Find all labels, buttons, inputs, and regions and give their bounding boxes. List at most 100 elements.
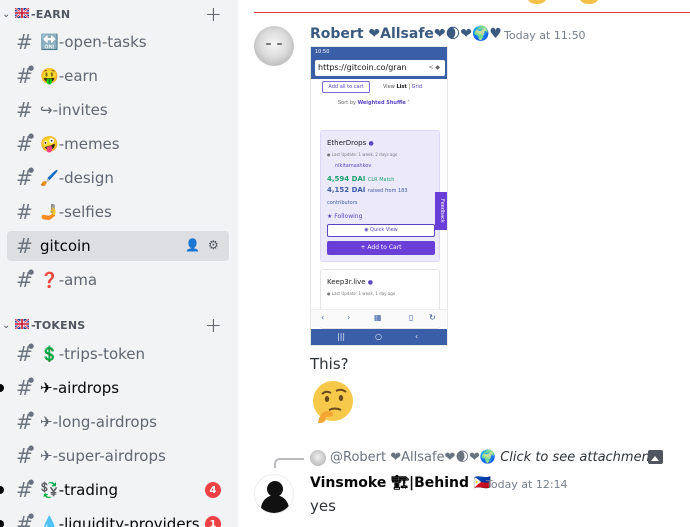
recents-icon: ||| xyxy=(337,332,346,341)
forward-icon: › xyxy=(347,313,351,322)
lock-icon: ● xyxy=(28,512,35,520)
bookmark-icon: ▯ xyxy=(409,313,414,322)
hash-icon: # xyxy=(16,98,33,122)
category-tokens[interactable]: ⌄ -TOKENS + xyxy=(0,314,238,336)
contributors-label: contributors xyxy=(327,200,358,206)
channel-name: 🖌️-design xyxy=(40,169,114,187)
unread-dot xyxy=(0,520,4,527)
channel-ama[interactable]: # ● ❓-ama xyxy=(7,265,229,295)
feedback-tab: Feedback xyxy=(435,192,447,230)
channel-super-airdrops[interactable]: # ● ✈-super-airdrops xyxy=(7,441,229,471)
reaction-emoji-partial xyxy=(526,0,548,4)
uk-flag-icon xyxy=(15,319,29,329)
add-channel-icon[interactable]: + xyxy=(205,315,222,335)
channel-name: 💧-liquidity-providers xyxy=(40,515,200,527)
channel-open-tasks[interactable]: # 🔛-open-tasks xyxy=(7,27,229,57)
channel-name: 🤑-earn xyxy=(40,67,98,85)
clr-match-amount: 4,594 DAI CLR Match xyxy=(327,175,395,183)
channel-liquidity-providers[interactable]: # ● 💧-liquidity-providers 1 xyxy=(0,509,229,527)
following-label: ★ Following xyxy=(327,213,363,220)
add-member-icon[interactable]: 👤 xyxy=(185,238,200,252)
new-messages-divider xyxy=(254,12,690,13)
channel-selfies[interactable]: # 🤳-selfies xyxy=(7,197,229,227)
grant-title: EtherDrops xyxy=(327,139,367,147)
lock-icon: ● xyxy=(28,64,35,72)
mention-badge: 1 xyxy=(205,516,221,527)
share-icon: < ◆ xyxy=(428,64,440,71)
reply-connector xyxy=(274,458,304,468)
add-channel-icon[interactable]: + xyxy=(205,4,222,24)
reply-avatar xyxy=(310,450,326,466)
sort-by: Sort by Weighted Shuffle ˅ xyxy=(338,100,411,106)
channel-name: 🤪-memes xyxy=(40,135,120,153)
channel-name: 🤳-selfies xyxy=(40,203,112,221)
channel-name: ❓-ama xyxy=(40,271,98,289)
lock-icon: ● xyxy=(28,444,35,452)
unread-dot xyxy=(0,486,4,494)
avatar[interactable] xyxy=(254,26,294,66)
channel-name: ✈-super-airdrops xyxy=(40,447,166,465)
chevron-down-icon: ⌄ xyxy=(2,8,11,20)
channel-sidebar: ⌄ -EARN + # 🔛-open-tasks # ● 🤑-earn # ↪-… xyxy=(0,0,238,527)
last-update: ● Last Update: 1 week, 1 day ago xyxy=(327,291,396,296)
hash-icon: # xyxy=(16,30,33,54)
category-earn[interactable]: ⌄ -EARN + xyxy=(0,3,238,25)
channel-name: 💱-trading xyxy=(40,481,119,499)
lock-icon: ● xyxy=(28,268,35,276)
owner-handle: nikitamashkov xyxy=(335,163,372,169)
unread-dot xyxy=(0,384,4,392)
category-label: -EARN xyxy=(31,7,71,21)
channel-memes[interactable]: # ● 🤪-memes xyxy=(7,129,229,159)
browser-url-bar: https://gitcoin.co/gran < ◆ xyxy=(311,57,447,79)
back-icon: ‹ xyxy=(321,313,325,322)
verified-icon: ● xyxy=(367,279,374,286)
verified-icon: ● xyxy=(368,140,374,147)
image-attachment[interactable]: 10:50 https://gitcoin.co/gran < ◆ Add all… xyxy=(310,46,448,346)
back-nav-icon: ‹ xyxy=(415,332,419,341)
hash-icon: # xyxy=(16,234,33,258)
reaction-emoji-partial xyxy=(578,0,600,4)
browser-toolbar: ‹ › ▦ ▯ ↻ xyxy=(311,309,447,327)
channel-earn[interactable]: # ● 🤑-earn xyxy=(7,61,229,91)
message-author[interactable]: Vinsmoke 🏗|Behind 🇵🇭 xyxy=(310,475,491,491)
tabs-icon: ▦ xyxy=(374,313,382,322)
message-timestamp: Today at 11:50 xyxy=(504,29,586,42)
quick-view-button: ◉ Quick View xyxy=(327,224,435,237)
channel-design[interactable]: # ● 🖌️-design xyxy=(7,163,229,193)
message-timestamp: Today at 12:14 xyxy=(486,478,568,491)
lock-icon: ● xyxy=(28,376,35,384)
avatar[interactable] xyxy=(254,474,294,514)
uk-flag-icon xyxy=(15,8,29,18)
url-text: https://gitcoin.co/gran xyxy=(318,63,407,72)
reply-preview[interactable]: @Robert ❤Allsafe❤🌒❤🌍 Click to see attach… xyxy=(330,450,655,465)
channel-trips-token[interactable]: # ● 💲-trips-token xyxy=(7,339,229,369)
mention-badge: 4 xyxy=(205,482,221,498)
add-to-cart-button: + Add to Cart xyxy=(327,241,435,255)
channel-gitcoin[interactable]: # gitcoin 👤 ⚙ xyxy=(7,231,229,261)
category-label: -TOKENS xyxy=(31,318,86,332)
image-icon xyxy=(648,450,663,464)
channel-name: gitcoin xyxy=(40,237,91,255)
message-text: yes xyxy=(310,497,336,515)
chat-area: Robert ❤Allsafe❤🌒❤🌍♥ Today at 11:50 10:5… xyxy=(238,0,690,527)
phone-status-bar: 10:50 xyxy=(311,47,447,57)
channel-name: ✈-airdrops xyxy=(40,379,120,397)
grant-card: EtherDrops ● ● Last Update: 1 week, 2 da… xyxy=(320,130,440,262)
gear-icon[interactable]: ⚙ xyxy=(208,238,219,252)
lock-icon: ● xyxy=(28,342,35,350)
lock-icon: ● xyxy=(28,410,35,418)
thinking-emoji-icon xyxy=(313,381,353,423)
channel-name: ↪-invites xyxy=(40,101,108,119)
lock-icon: ● xyxy=(28,132,35,140)
message-author[interactable]: Robert ❤Allsafe❤🌒❤🌍♥ xyxy=(310,26,502,42)
channel-trading[interactable]: # ● 💱-trading 4 xyxy=(0,475,229,505)
home-icon: ○ xyxy=(375,332,382,341)
message-text: This? xyxy=(310,355,349,373)
channel-invites[interactable]: # ↪-invites xyxy=(7,95,229,125)
channel-name: 💲-trips-token xyxy=(40,345,146,363)
discord-window: ⌄ -EARN + # 🔛-open-tasks # ● 🤑-earn # ↪-… xyxy=(0,0,690,527)
channel-long-airdrops[interactable]: # ● ✈-long-airdrops xyxy=(7,407,229,437)
raised-amount: 4,152 DAI raised from 183 xyxy=(327,186,408,194)
chevron-down-icon: ⌄ xyxy=(2,319,11,331)
channel-airdrops[interactable]: # ● ✈-airdrops xyxy=(0,373,229,403)
